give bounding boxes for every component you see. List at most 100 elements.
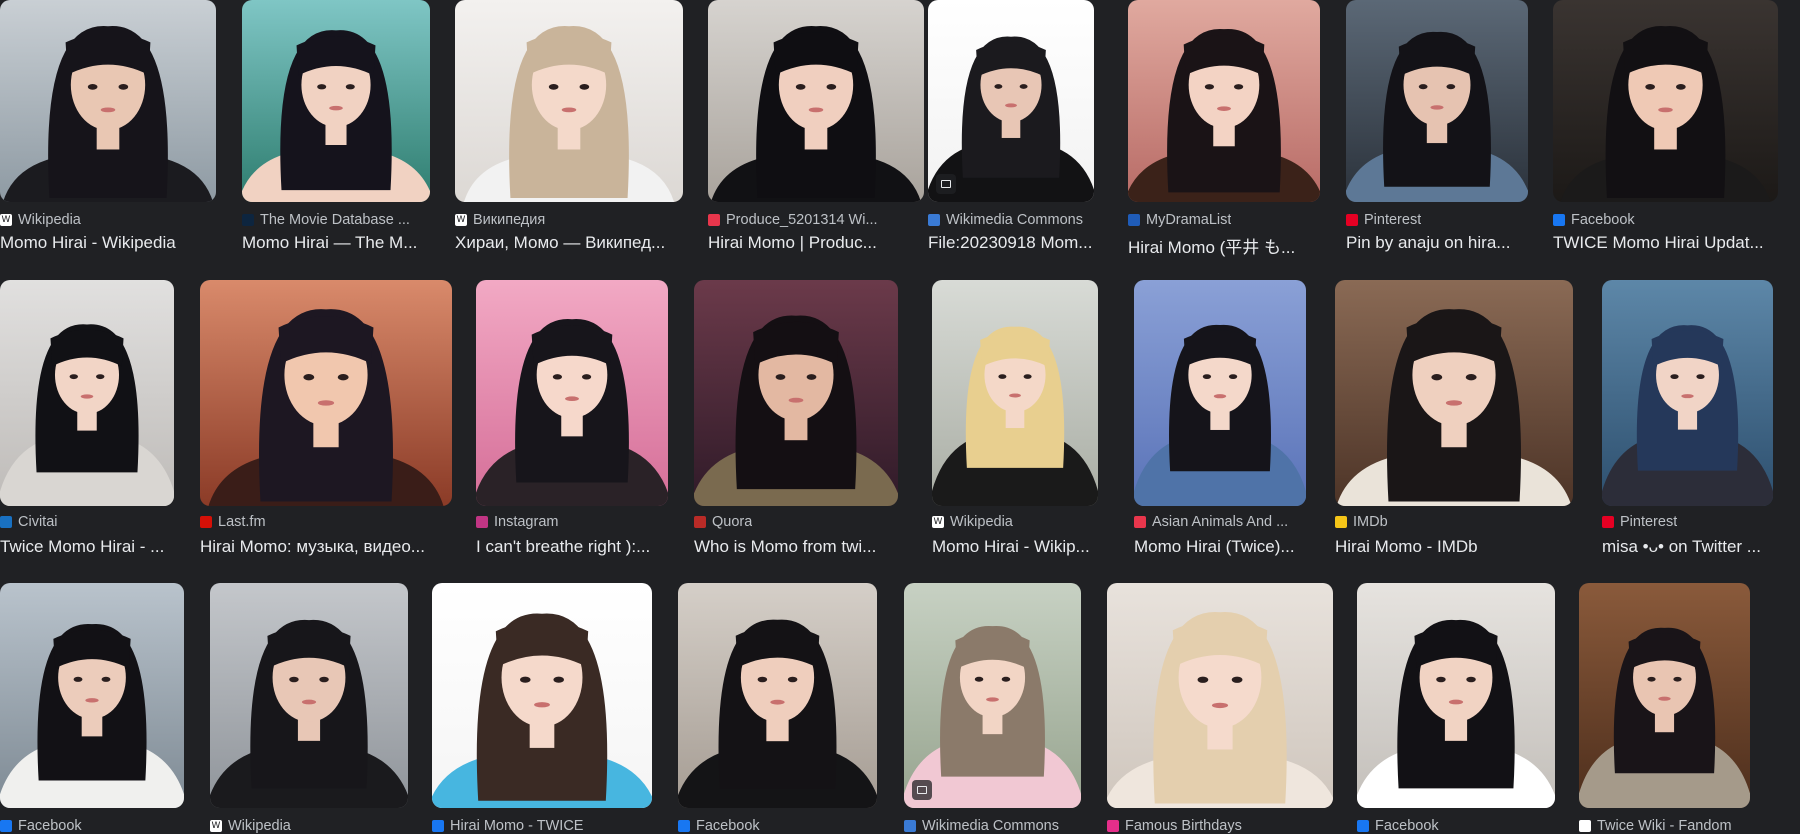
image-result-card[interactable]: Twice Wiki - Fandom bbox=[1579, 583, 1750, 834]
result-title[interactable]: I can't breathe right ):... bbox=[476, 537, 668, 557]
portrait-image bbox=[1107, 583, 1333, 808]
result-title[interactable]: Хираи, Момо — Википед... bbox=[455, 233, 683, 253]
result-source[interactable]: W Wikipedia bbox=[210, 817, 408, 834]
result-thumbnail[interactable] bbox=[678, 583, 877, 808]
result-title[interactable]: misa •ᴗ• on Twitter ... bbox=[1602, 537, 1773, 557]
result-thumbnail[interactable] bbox=[1335, 280, 1573, 506]
image-result-card[interactable]: W Википедия Хираи, Момо — Википед... bbox=[455, 0, 683, 259]
result-source[interactable]: Civitai bbox=[0, 513, 174, 531]
result-thumbnail[interactable] bbox=[928, 0, 1094, 202]
result-title[interactable]: Pin by anaju on hira... bbox=[1346, 233, 1528, 253]
result-source[interactable]: Twice Wiki - Fandom bbox=[1579, 817, 1750, 834]
result-thumbnail[interactable] bbox=[708, 0, 924, 202]
result-title[interactable]: Momo Hirai - Wikipedia bbox=[0, 233, 216, 253]
image-result-card[interactable]: W Wikipedia Momo Hirai - Wikip... bbox=[932, 280, 1098, 563]
image-result-card[interactable]: Instagram I can't breathe right ):... bbox=[476, 280, 668, 563]
result-source[interactable]: Famous Birthdays bbox=[1107, 817, 1333, 834]
result-source[interactable]: Wikimedia Commons bbox=[928, 211, 1094, 229]
result-source[interactable]: Quora bbox=[694, 513, 898, 531]
result-source[interactable]: Facebook bbox=[1357, 817, 1555, 834]
image-result-card[interactable]: Produce_5201314 Wi... Hirai Momo | Produc… bbox=[708, 0, 924, 259]
result-title[interactable]: Hirai Momo - IMDb bbox=[1335, 537, 1573, 557]
result-thumbnail[interactable] bbox=[476, 280, 668, 506]
portrait-image bbox=[694, 280, 898, 506]
image-result-card[interactable]: W Wikipedia Momo Hirai - Wikipedia bbox=[0, 0, 216, 259]
image-result-card[interactable]: IMDb Hirai Momo - IMDb bbox=[1335, 280, 1573, 563]
result-source[interactable]: Facebook bbox=[0, 817, 184, 834]
image-result-card[interactable]: Pinterest misa •ᴗ• on Twitter ... bbox=[1602, 280, 1773, 563]
result-thumbnail[interactable] bbox=[200, 280, 452, 506]
source-name: Wikimedia Commons bbox=[922, 818, 1059, 834]
result-title[interactable]: Who is Momo from twi... bbox=[694, 537, 898, 557]
image-result-card[interactable]: Wikimedia Commons bbox=[904, 583, 1081, 834]
result-thumbnail[interactable] bbox=[0, 0, 216, 202]
image-result-card[interactable]: Facebook bbox=[678, 583, 877, 834]
result-thumbnail[interactable] bbox=[932, 280, 1098, 506]
result-title[interactable]: Momo Hirai - Wikip... bbox=[932, 537, 1098, 557]
result-title[interactable]: Hirai Momo (平井 も... bbox=[1128, 233, 1320, 258]
result-thumbnail[interactable] bbox=[1579, 583, 1750, 808]
result-thumbnail[interactable] bbox=[1553, 0, 1778, 202]
result-title[interactable]: Momo Hirai — The M... bbox=[242, 233, 430, 253]
image-result-card[interactable]: Asian Animals And ... Momo Hirai (Twice).… bbox=[1134, 280, 1306, 563]
portrait-image bbox=[1346, 0, 1528, 202]
result-title[interactable]: Hirai Momo | Produc... bbox=[708, 233, 924, 253]
image-result-card[interactable]: Famous Birthdays bbox=[1107, 583, 1333, 834]
result-source[interactable]: Pinterest bbox=[1602, 513, 1773, 531]
image-result-card[interactable]: Wikimedia Commons File:20230918 Mom... bbox=[928, 0, 1094, 259]
result-source[interactable]: Facebook bbox=[678, 817, 877, 834]
result-thumbnail[interactable] bbox=[210, 583, 408, 808]
image-result-card[interactable]: Civitai Twice Momo Hirai - ... bbox=[0, 280, 174, 563]
wikipedia-icon: W bbox=[210, 820, 222, 832]
source-name: IMDb bbox=[1353, 514, 1388, 530]
result-source[interactable]: Facebook bbox=[1553, 211, 1778, 229]
result-source[interactable]: Asian Animals And ... bbox=[1134, 513, 1306, 531]
image-result-card[interactable]: MyDramaList Hirai Momo (平井 も... bbox=[1128, 0, 1320, 259]
result-thumbnail[interactable] bbox=[904, 583, 1081, 808]
result-source[interactable]: The Movie Database ... bbox=[242, 211, 430, 229]
result-title[interactable]: Twice Momo Hirai - ... bbox=[0, 537, 174, 557]
image-result-card[interactable]: Facebook bbox=[1357, 583, 1555, 834]
source-name: Hirai Momo - TWICE bbox=[450, 818, 584, 834]
result-source[interactable]: Hirai Momo - TWICE bbox=[432, 817, 652, 834]
image-result-card[interactable]: W Wikipedia bbox=[210, 583, 408, 834]
image-result-card[interactable]: Last.fm Hirai Momo: музыка, видео... bbox=[200, 280, 452, 563]
result-source[interactable]: IMDb bbox=[1335, 513, 1573, 531]
source-name: Facebook bbox=[1375, 818, 1439, 834]
result-thumbnail[interactable] bbox=[1107, 583, 1333, 808]
wikimedia-icon bbox=[904, 820, 916, 832]
result-thumbnail[interactable] bbox=[455, 0, 683, 202]
result-source[interactable]: Produce_5201314 Wi... bbox=[708, 211, 924, 229]
result-source[interactable]: W Википедия bbox=[455, 211, 683, 229]
result-source[interactable]: W Wikipedia bbox=[0, 211, 216, 229]
result-thumbnail[interactable] bbox=[1134, 280, 1306, 506]
image-icon bbox=[912, 780, 932, 800]
result-title[interactable]: Hirai Momo: музыка, видео... bbox=[200, 537, 452, 557]
result-source[interactable]: W Wikipedia bbox=[932, 513, 1098, 531]
result-title[interactable]: File:20230918 Mom... bbox=[928, 233, 1094, 253]
image-result-card[interactable]: The Movie Database ... Momo Hirai — The M… bbox=[242, 0, 430, 259]
portrait-image bbox=[1134, 280, 1306, 506]
image-result-card[interactable]: Pinterest Pin by anaju on hira... bbox=[1346, 0, 1528, 259]
result-thumbnail[interactable] bbox=[1357, 583, 1555, 808]
image-result-card[interactable]: Quora Who is Momo from twi... bbox=[694, 280, 898, 563]
image-result-card[interactable]: Facebook TWICE Momo Hirai Updat... bbox=[1553, 0, 1778, 259]
result-source[interactable]: Last.fm bbox=[200, 513, 452, 531]
result-source[interactable]: Instagram bbox=[476, 513, 668, 531]
result-thumbnail[interactable] bbox=[1346, 0, 1528, 202]
result-thumbnail[interactable] bbox=[0, 280, 174, 506]
result-title[interactable]: Momo Hirai (Twice)... bbox=[1134, 537, 1306, 557]
result-source[interactable]: Wikimedia Commons bbox=[904, 817, 1081, 834]
result-source[interactable]: Pinterest bbox=[1346, 211, 1528, 229]
image-result-card[interactable]: Hirai Momo - TWICE bbox=[432, 583, 652, 834]
result-thumbnail[interactable] bbox=[0, 583, 184, 808]
result-source[interactable]: MyDramaList bbox=[1128, 211, 1320, 229]
result-thumbnail[interactable] bbox=[694, 280, 898, 506]
result-thumbnail[interactable] bbox=[1128, 0, 1320, 202]
image-result-card[interactable]: Facebook bbox=[0, 583, 184, 834]
result-thumbnail[interactable] bbox=[1602, 280, 1773, 506]
result-title[interactable]: TWICE Momo Hirai Updat... bbox=[1553, 233, 1778, 253]
source-name: Last.fm bbox=[218, 514, 266, 530]
result-thumbnail[interactable] bbox=[242, 0, 430, 202]
result-thumbnail[interactable] bbox=[432, 583, 652, 808]
